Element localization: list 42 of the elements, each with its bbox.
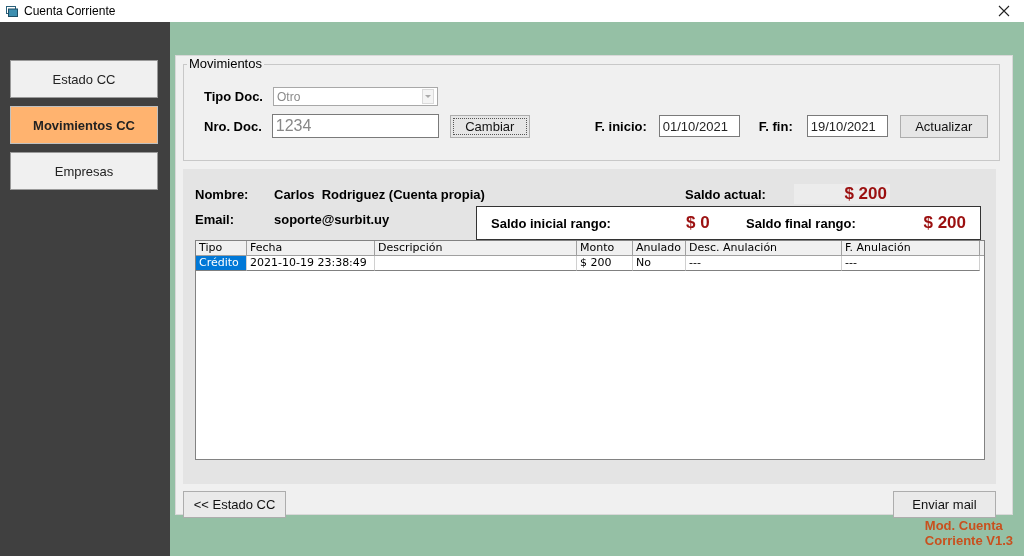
column-header[interactable]: Desc. Anulación — [686, 241, 842, 255]
column-header[interactable]: F. Anulación — [842, 241, 980, 255]
app-icon — [6, 5, 18, 17]
column-header[interactable]: Tipo — [196, 241, 247, 255]
table-cell: No — [633, 256, 686, 271]
field-label: Email: — [195, 212, 235, 227]
column-header[interactable]: Anulado — [633, 241, 686, 255]
account-email: soporte@surbit.uy — [274, 212, 391, 227]
start-date-field[interactable]: 01/10/2021 — [658, 115, 740, 137]
version-label: Mod. Cuenta Corriente V1.3 — [924, 518, 1013, 548]
field-label: F. fin: — [758, 118, 793, 134]
table-cell: $ 200 — [577, 256, 633, 271]
sidebar-item[interactable]: Estado CC — [10, 60, 158, 98]
field-label: Saldo final rango: — [746, 215, 857, 231]
table-cell: --- — [842, 256, 980, 271]
send-mail-button[interactable]: Enviar mail — [893, 491, 996, 518]
field-label: Saldo actual: — [685, 186, 766, 202]
range-start-amount: $ 0 — [686, 213, 711, 233]
field-label: Nombre: — [195, 186, 250, 202]
field-label: Saldo inicial rango: — [491, 215, 612, 231]
back-button[interactable]: << Estado CC — [183, 491, 286, 518]
column-header[interactable]: Fecha — [247, 241, 375, 255]
field-label: Tipo Doc. — [204, 89, 263, 104]
account-name: Carlos Rodriguez (Cuenta propia) — [274, 186, 486, 202]
end-date-field[interactable]: 19/10/2021 — [806, 115, 888, 137]
group-title: Movimientos — [187, 56, 264, 71]
window-title: Cuenta Corriente — [24, 4, 117, 18]
table-cell: --- — [686, 256, 842, 271]
change-button[interactable]: Cambiar — [449, 114, 530, 138]
range-end-amount: $ 200 — [922, 213, 966, 233]
sidebar-item[interactable]: Movimientos CC — [10, 106, 158, 144]
document-number-field[interactable]: 1234 — [271, 114, 439, 138]
column-header[interactable]: Descripción — [375, 241, 577, 255]
update-button[interactable]: Actualizar — [899, 114, 988, 138]
field-label: Nro. Doc. — [204, 118, 262, 134]
table-cell: Crédito — [196, 256, 247, 271]
balance-amount: $ 200 — [844, 184, 887, 204]
field-label: F. inicio: — [594, 118, 647, 134]
sidebar-item[interactable]: Empresas — [10, 152, 158, 190]
column-header[interactable]: Monto — [577, 241, 633, 255]
close-icon[interactable] — [998, 5, 1010, 17]
table-cell: 2021-10-19 23:38:49 — [247, 256, 375, 271]
